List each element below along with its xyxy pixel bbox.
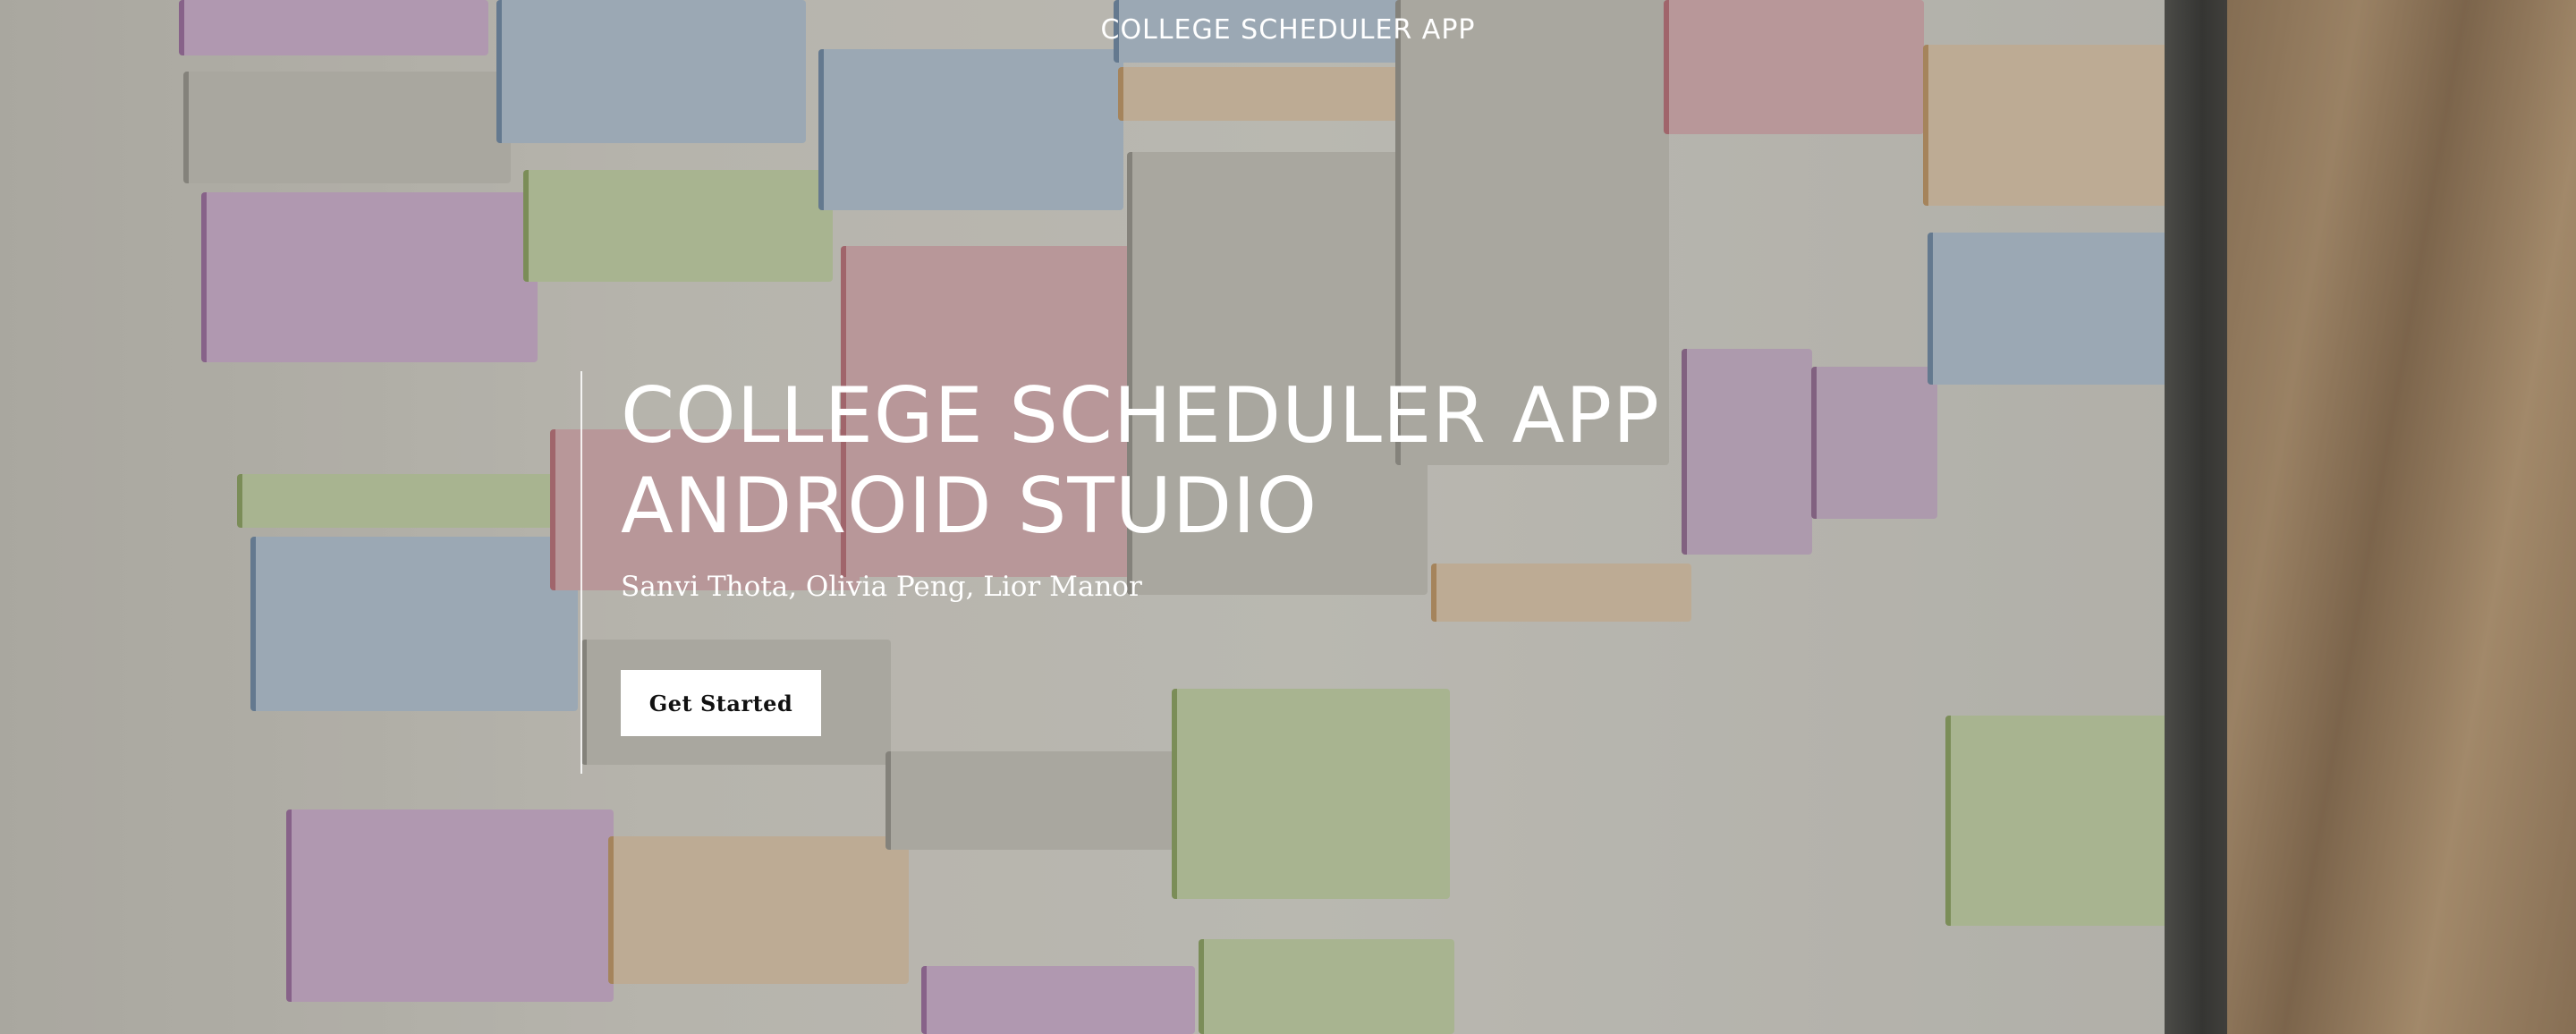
site-title[interactable]: COLLEGE SCHEDULER APP xyxy=(0,14,2576,46)
hero-headline: COLLEGE SCHEDULER APP ANDROID STUDIO xyxy=(621,371,1660,552)
hero-headline-line-2: ANDROID STUDIO xyxy=(621,462,1318,551)
get-started-button[interactable]: Get Started xyxy=(621,670,821,736)
hero-headline-line-1: COLLEGE SCHEDULER APP xyxy=(621,371,1660,461)
hero-section: COLLEGE SCHEDULER APP COLLEGE SCHEDULER … xyxy=(0,0,2576,1034)
vertical-divider xyxy=(580,371,582,774)
hero-authors: Sanvi Thota, Olivia Peng, Lior Manor xyxy=(621,571,1142,603)
